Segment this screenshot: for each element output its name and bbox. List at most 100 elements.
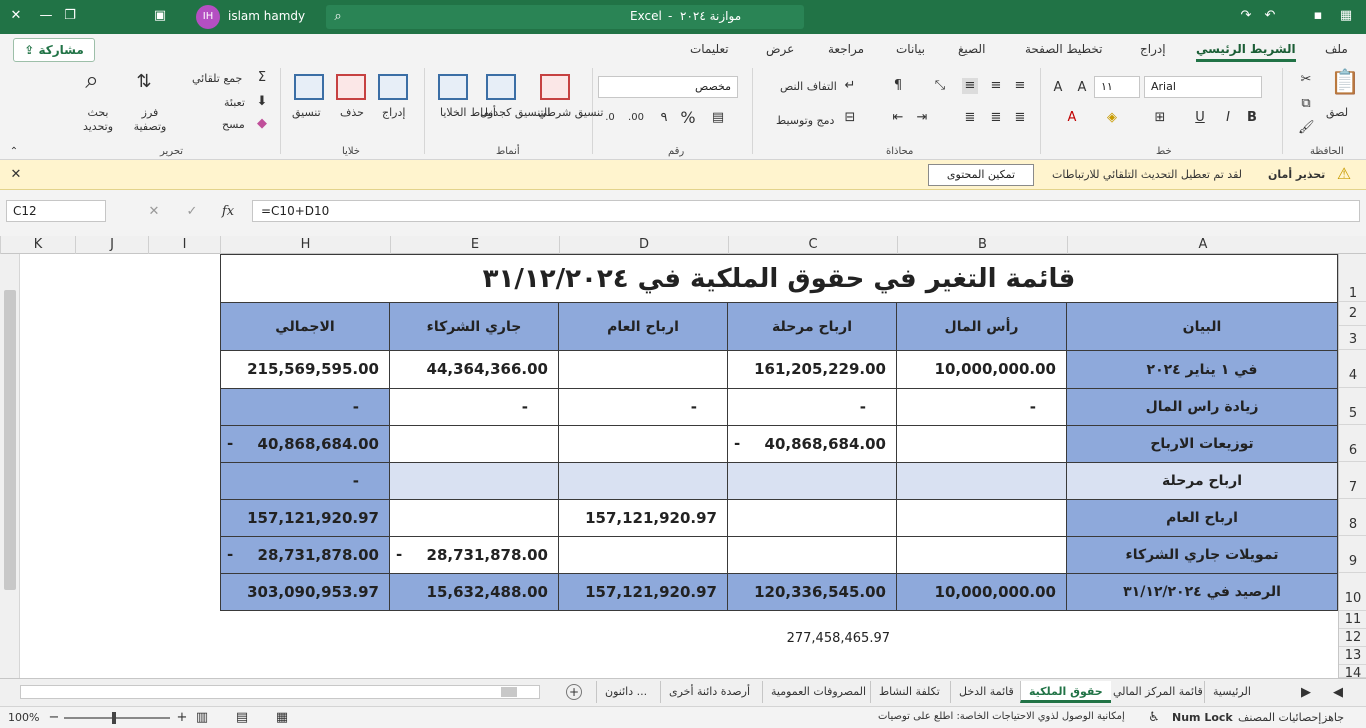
align-top-icon[interactable]: ≡: [1012, 78, 1028, 94]
row-label[interactable]: في ١ يناير ٢٠٢٤: [1067, 351, 1338, 389]
rtl-icon[interactable]: ¶: [890, 78, 906, 94]
decrease-indent-icon[interactable]: ⇤: [890, 110, 906, 126]
name-box[interactable]: C12: [6, 200, 106, 222]
tab-scroll-next-icon[interactable]: ◀: [1330, 685, 1346, 701]
header-cell-statement[interactable]: البيان: [1067, 303, 1338, 351]
header-cell-retained[interactable]: ارباح مرحلة: [728, 303, 897, 351]
clear-button[interactable]: مسح: [222, 118, 245, 131]
row-header[interactable]: 6: [1339, 425, 1366, 462]
enable-content-button[interactable]: تمكين المحتوى: [928, 164, 1034, 186]
accessibility-status[interactable]: إمكانية الوصول لذوي الاحتياجات الخاصة: ا…: [878, 711, 1125, 722]
undo-icon[interactable]: ↶: [1262, 8, 1278, 24]
fill-color-icon[interactable]: ◈: [1104, 110, 1120, 126]
increase-indent-icon[interactable]: ⇥: [914, 110, 930, 126]
percent-button[interactable]: %: [680, 110, 696, 126]
page-break-view-icon[interactable]: ▥: [194, 710, 210, 726]
table-cell[interactable]: 215,569,595.00: [220, 351, 390, 389]
autosum-icon[interactable]: Σ: [254, 70, 270, 86]
insert-cells-icon[interactable]: [378, 74, 408, 100]
tab-insert[interactable]: إدراج: [1140, 42, 1166, 56]
tab-home[interactable]: الشريط الرئيسي: [1196, 42, 1296, 62]
sort-filter-icon[interactable]: ⇅: [130, 73, 158, 98]
tab-review[interactable]: مراجعة: [828, 42, 864, 56]
table-cell[interactable]: -: [897, 389, 1067, 426]
table-cell[interactable]: 44,364,366.00: [390, 351, 559, 389]
table-cell[interactable]: [559, 463, 728, 500]
table-cell[interactable]: [897, 426, 1067, 463]
currency-icon[interactable]: ▤: [710, 110, 726, 126]
row-header[interactable]: 8: [1339, 499, 1366, 536]
col-header-c[interactable]: C: [728, 236, 897, 254]
row-label[interactable]: ارباح مرحلة: [1067, 463, 1338, 500]
table-cell[interactable]: [559, 351, 728, 389]
increase-decimal-icon[interactable]: .00: [628, 110, 644, 126]
row-header[interactable]: 10: [1339, 573, 1366, 611]
cell-styles-icon[interactable]: [438, 74, 468, 100]
add-sheet-icon[interactable]: +: [566, 684, 582, 700]
row-label[interactable]: الرصيد في ٣١/١٢/٢٠٢٤: [1067, 574, 1338, 611]
calculated-value-cell[interactable]: 277,458,465.97: [760, 631, 890, 646]
autosum-button[interactable]: جمع تلقائي: [192, 72, 242, 85]
col-header-e[interactable]: E: [390, 236, 559, 254]
table-cell[interactable]: 15,632,488.00: [390, 574, 559, 611]
cell-styles-button[interactable]: أنماط الخلايا: [440, 106, 496, 119]
borders-icon[interactable]: ⊞: [1152, 110, 1168, 126]
row-label[interactable]: ارباح العام: [1067, 500, 1338, 537]
paste-icon[interactable]: 📋: [1330, 70, 1360, 102]
tab-formulas[interactable]: الصيغ: [958, 42, 985, 56]
font-size-select[interactable]: ١١: [1094, 76, 1140, 98]
table-cell[interactable]: 157,121,920.97: [559, 574, 728, 611]
header-cell-capital[interactable]: رأس المال: [897, 303, 1067, 351]
tab-view[interactable]: عرض: [766, 42, 794, 56]
table-cell[interactable]: - 28,731,878.00: [220, 537, 390, 574]
col-header-j[interactable]: J: [75, 236, 148, 254]
conditional-formatting-icon[interactable]: [540, 74, 570, 100]
row-header[interactable]: 2: [1339, 302, 1366, 326]
sheet-title[interactable]: قائمة التغير في حقوق الملكية في ٣١/١٢/٢٠…: [220, 254, 1338, 302]
table-cell[interactable]: [897, 500, 1067, 537]
restore-icon[interactable]: ❐: [62, 8, 78, 24]
decrease-font-icon[interactable]: A: [1050, 80, 1066, 96]
zoom-in-icon[interactable]: +: [174, 710, 190, 726]
col-header-i[interactable]: I: [148, 236, 220, 254]
scroll-thumb[interactable]: [4, 290, 16, 590]
vertical-scrollbar[interactable]: [0, 254, 20, 678]
worksheet-grid[interactable]: A B C D E H I J K 1 2 3 4 5 6 7 8 9 10 1…: [0, 236, 1366, 678]
zoom-slider-handle[interactable]: [112, 712, 116, 724]
table-cell[interactable]: 157,121,920.97: [559, 500, 728, 537]
zoom-slider[interactable]: [64, 712, 170, 724]
table-cell[interactable]: [897, 463, 1067, 500]
table-cell[interactable]: -: [390, 389, 559, 426]
table-cell[interactable]: [728, 537, 897, 574]
tab-help[interactable]: تعليمات: [690, 42, 729, 56]
sheet-tab[interactable]: قائمة المركز المالي: [1104, 681, 1211, 703]
fill-icon[interactable]: ⬇: [254, 94, 270, 110]
row-header[interactable]: 11: [1339, 611, 1366, 629]
ribbon-display-icon[interactable]: ▣: [152, 8, 168, 24]
delete-cells-icon[interactable]: [336, 74, 366, 100]
wrap-text-icon[interactable]: ↵: [842, 78, 858, 94]
align-middle-icon[interactable]: ≡: [988, 78, 1004, 94]
sheet-tab[interactable]: الرئيسية: [1204, 681, 1259, 703]
header-cell-partners[interactable]: جاري الشركاء: [390, 303, 559, 351]
insert-cells-button[interactable]: إدراج: [382, 106, 405, 119]
wrap-text-button[interactable]: التفاف النص: [780, 80, 837, 93]
col-header-b[interactable]: B: [897, 236, 1067, 254]
format-painter-icon[interactable]: 🖌: [1298, 120, 1315, 136]
insert-function-button[interactable]: fx: [220, 204, 236, 220]
table-cell[interactable]: -: [220, 389, 390, 426]
workbook-stats-button[interactable]: إحصائيات المصنف: [1238, 711, 1321, 724]
sheet-tab[interactable]: قائمة الدخل: [950, 681, 1022, 703]
avatar[interactable]: IH: [196, 5, 220, 29]
row-header[interactable]: 14: [1339, 665, 1366, 678]
user-name[interactable]: islam hamdy: [228, 9, 305, 23]
table-cell[interactable]: [390, 426, 559, 463]
table-cell[interactable]: [390, 500, 559, 537]
table-cell[interactable]: - 40,868,684.00: [728, 426, 897, 463]
share-button[interactable]: ⇪ مشاركة: [13, 38, 95, 62]
collapse-ribbon-icon[interactable]: ⌃: [6, 144, 22, 160]
format-cells-icon[interactable]: [294, 74, 324, 100]
sheet-tab[interactable]: دائنون ...: [596, 681, 655, 703]
paste-button[interactable]: لصق: [1326, 106, 1348, 119]
tab-file[interactable]: ملف: [1325, 42, 1348, 56]
